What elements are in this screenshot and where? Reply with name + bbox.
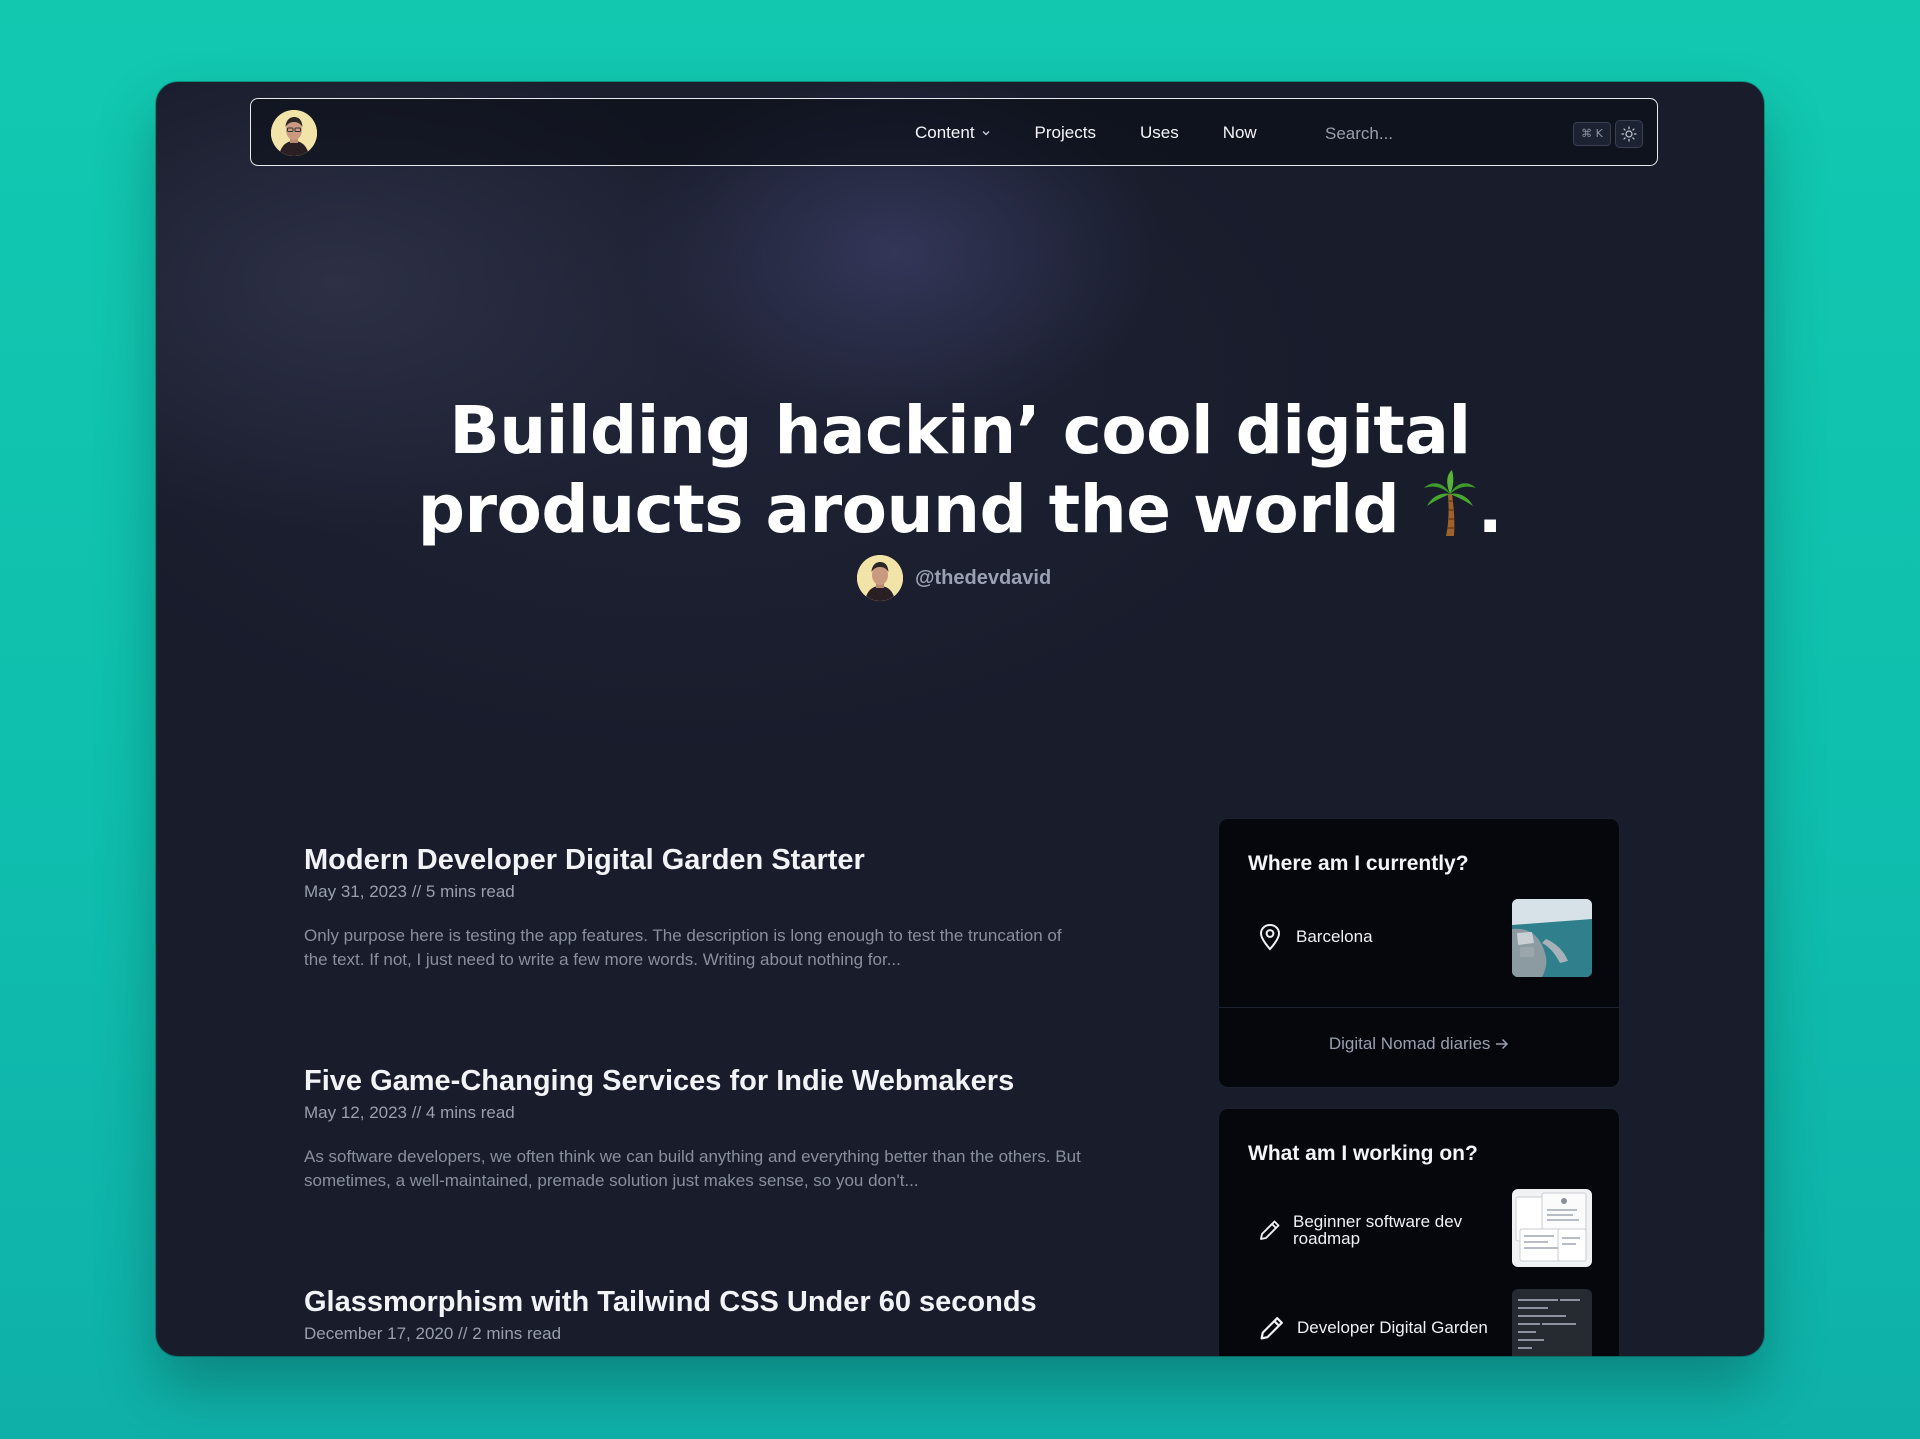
working-on-card: What am I working on? Beginner software … [1218,1108,1620,1356]
pencil-icon [1260,1317,1283,1340]
chevron-down-icon [982,131,990,136]
location-card-title: Where am I currently? [1248,852,1469,875]
arrow-right-icon [1496,1038,1509,1050]
post-description: As software developers, we often think w… [304,1147,1081,1190]
post-item[interactable]: Glassmorphism with Tailwind CSS Under 60… [304,1284,1104,1344]
location-name: Barcelona [1296,927,1373,946]
location-row: Barcelona [1257,923,1373,951]
palm-tree-icon [1423,470,1476,536]
location-photo [1512,899,1592,977]
map-pin-icon [1259,923,1281,951]
digital-nomad-diaries-link-label: Digital Nomad diaries [1328,1034,1491,1053]
location-card: Where am I currently? Barcelona Digital … [1218,818,1620,1088]
post-item[interactable]: Five Game-Changing Services for Indie We… [304,1063,1104,1193]
project-item-label: Developer Digital Garden [1297,1318,1488,1337]
post-meta: May 12, 2023 // 4 mins read [304,1103,515,1122]
card-divider [1219,1007,1619,1008]
project-item[interactable]: Developer Digital Garden [1257,1313,1488,1343]
project-thumbnail [1512,1189,1592,1267]
project-item-label: Beginner software dev roadmap [1293,1212,1463,1248]
author-handle[interactable]: @thedevdavid [857,554,1051,602]
hero-title-line2: products around the world [417,471,1400,548]
post-description: Only purpose here is testing the app fea… [304,926,1062,969]
pencil-icon [1260,1220,1280,1240]
top-navbar: Content Projects Uses Now ⌘ K [250,98,1658,166]
nav-link-content-label: Content [915,123,975,142]
post-meta: May 31, 2023 // 5 mins read [304,882,515,901]
hero-title: Building hackin’ cool digital products a… [156,394,1764,547]
logo-avatar-icon[interactable] [271,110,317,156]
sun-icon [1621,126,1637,142]
nav-link-content[interactable]: Content [915,123,991,143]
theme-toggle-button[interactable] [1615,120,1643,148]
nav-link-uses[interactable]: Uses [1140,123,1179,143]
hero-title-line1: Building hackin’ cool digital [449,392,1471,469]
post-meta: December 17, 2020 // 2 mins read [304,1324,562,1343]
nav-links: Content Projects Uses Now [915,99,1301,167]
digital-nomad-diaries-link[interactable]: Digital Nomad diaries [1219,1034,1619,1054]
browser-window: Content Projects Uses Now ⌘ K [156,82,1764,1356]
keyboard-shortcut-badge: ⌘ K [1573,122,1611,146]
hero-title-period: . [1477,471,1503,548]
post-title[interactable]: Modern Developer Digital Garden Starter [304,842,1104,878]
search-input[interactable] [1323,118,1577,150]
nav-link-projects[interactable]: Projects [1035,123,1096,143]
avatar [857,555,903,601]
working-on-card-title: What am I working on? [1248,1142,1478,1165]
post-title[interactable]: Five Game-Changing Services for Indie We… [304,1063,1104,1099]
nav-link-now[interactable]: Now [1223,123,1257,143]
post-item[interactable]: Modern Developer Digital Garden Starter … [304,842,1104,972]
post-title[interactable]: Glassmorphism with Tailwind CSS Under 60… [304,1284,1104,1320]
project-item[interactable]: Beginner software dev roadmap [1257,1213,1497,1247]
project-thumbnail [1512,1289,1592,1356]
author-handle-text: @thedevdavid [915,566,1052,589]
